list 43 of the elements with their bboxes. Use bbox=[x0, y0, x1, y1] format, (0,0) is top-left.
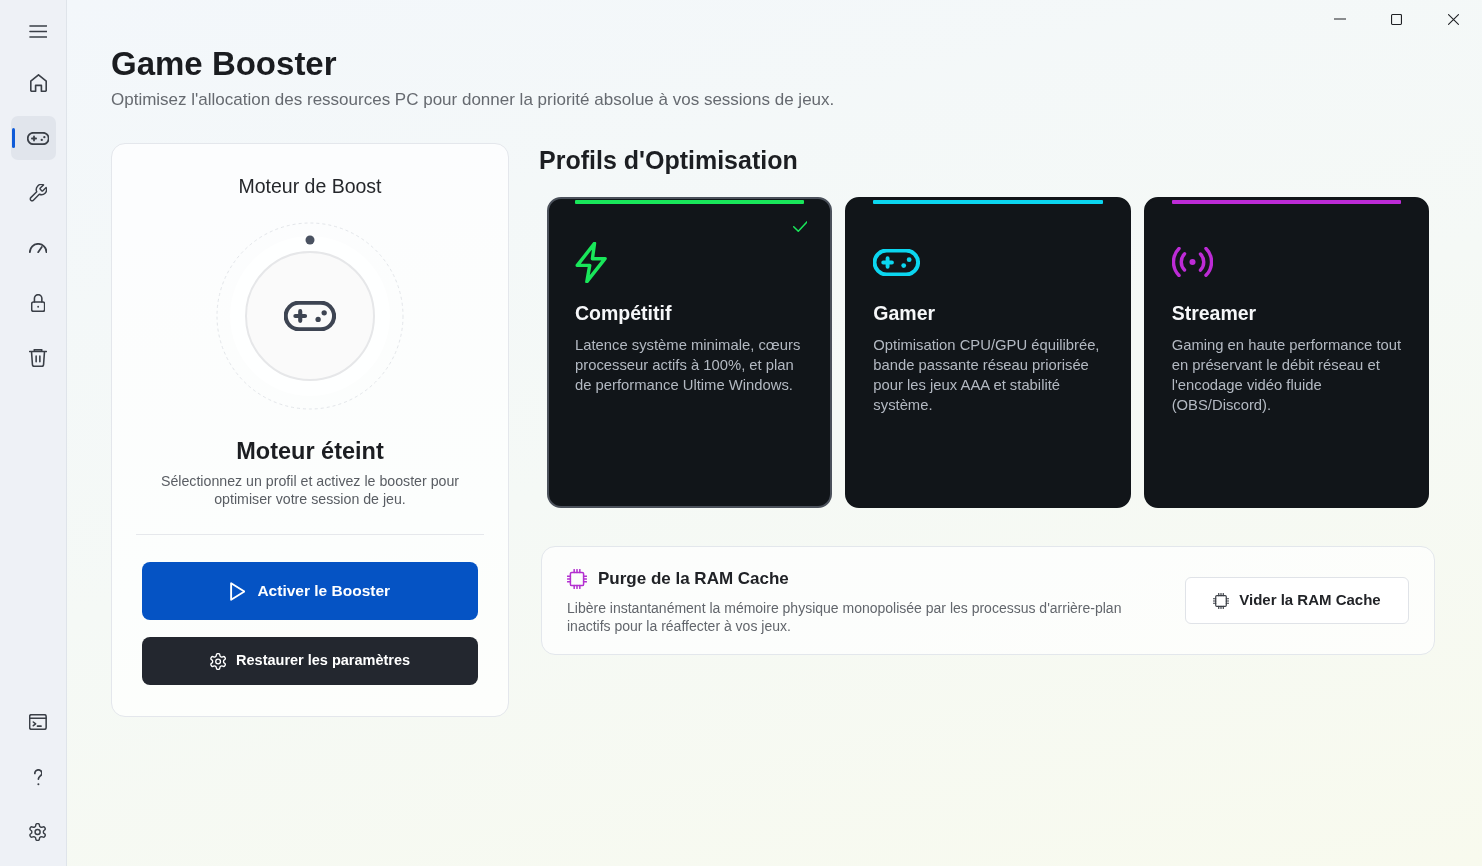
engine-description: Sélectionnez un profil et activez le booster pour optimiser votre session de jeu. bbox=[159, 472, 461, 508]
check-icon bbox=[792, 221, 808, 232]
play-icon bbox=[229, 581, 246, 601]
gamepad-icon bbox=[284, 301, 336, 331]
section-title: Profils d'Optimisation bbox=[539, 145, 799, 175]
chip-icon bbox=[567, 568, 587, 589]
home-icon bbox=[29, 74, 47, 92]
panel-title: Purge de la RAM Cache bbox=[598, 567, 789, 590]
panel-title: Moteur de Boost bbox=[238, 174, 382, 198]
menu-icon bbox=[28, 24, 48, 38]
minimize-icon bbox=[1333, 18, 1346, 20]
profile-card[interactable]: Streamer Gaming en haute performance tout en préservant le débit réseau et l'encodage vidéo fluide (OBS/Discord). bbox=[1143, 197, 1429, 508]
lightning-icon bbox=[575, 241, 609, 283]
settings-icon bbox=[29, 823, 47, 841]
profile-card[interactable]: Gamer Optimisation CPU/GPU équilibrée, bande passante réseau priorisée pour les jeux AAA et stabilité système. bbox=[845, 197, 1131, 508]
engine-status: Moteur éteint bbox=[236, 437, 384, 465]
wrench-icon bbox=[29, 184, 47, 202]
restore-button[interactable]: Restaurer les paramètres bbox=[142, 637, 478, 685]
profile-description: Latence système minimale, cœurs processeur actifs à 100%, et plan de performance Ultime Windows. bbox=[575, 336, 802, 395]
profile-description: Gaming en haute performance tout en préservant le débit réseau et l'encodage vidéo fluide (OBS/Discord). bbox=[1171, 336, 1403, 415]
close-icon bbox=[1448, 13, 1459, 25]
profile-title: Compétitif bbox=[575, 301, 673, 326]
clear-ram-button[interactable]: Vider la RAM Cache bbox=[1185, 577, 1409, 624]
trash-icon bbox=[29, 349, 47, 367]
settings-icon bbox=[209, 652, 227, 670]
terminal-icon bbox=[29, 714, 47, 730]
broadcast-icon bbox=[1171, 247, 1213, 277]
page-subtitle: Optimisez l'allocation des ressources PC pour donner la priorité absolue à vos sessions de jeux. bbox=[111, 89, 836, 111]
gamepad-icon bbox=[26, 131, 50, 145]
chip-icon bbox=[1213, 592, 1230, 609]
profile-title: Gamer bbox=[873, 301, 937, 326]
profile-description: Optimisation CPU/GPU équilibrée, bande passante réseau priorisée pour les jeux AAA et stabilité système. bbox=[873, 336, 1101, 415]
panel-description: Libère instantanément la mémoire physique monopolisée par les processus d'arrière-plan inactifs pour la réaffecter à vos jeux. bbox=[567, 598, 1123, 635]
activate-button[interactable]: Activer le Booster bbox=[142, 562, 478, 620]
nav-button[interactable] bbox=[11, 116, 56, 160]
maximize-icon bbox=[1391, 13, 1402, 25]
page-title: Game Booster bbox=[111, 45, 338, 83]
help-icon bbox=[33, 768, 43, 786]
profile-title: Streamer bbox=[1171, 301, 1258, 326]
gauge-icon bbox=[28, 243, 48, 253]
lock-icon bbox=[30, 294, 46, 312]
gamepad-icon bbox=[873, 248, 920, 276]
profile-card[interactable]: Compétitif Latence système minimale, cœurs processeur actifs à 100%, et plan de performance Ultime Windows. bbox=[547, 197, 833, 508]
